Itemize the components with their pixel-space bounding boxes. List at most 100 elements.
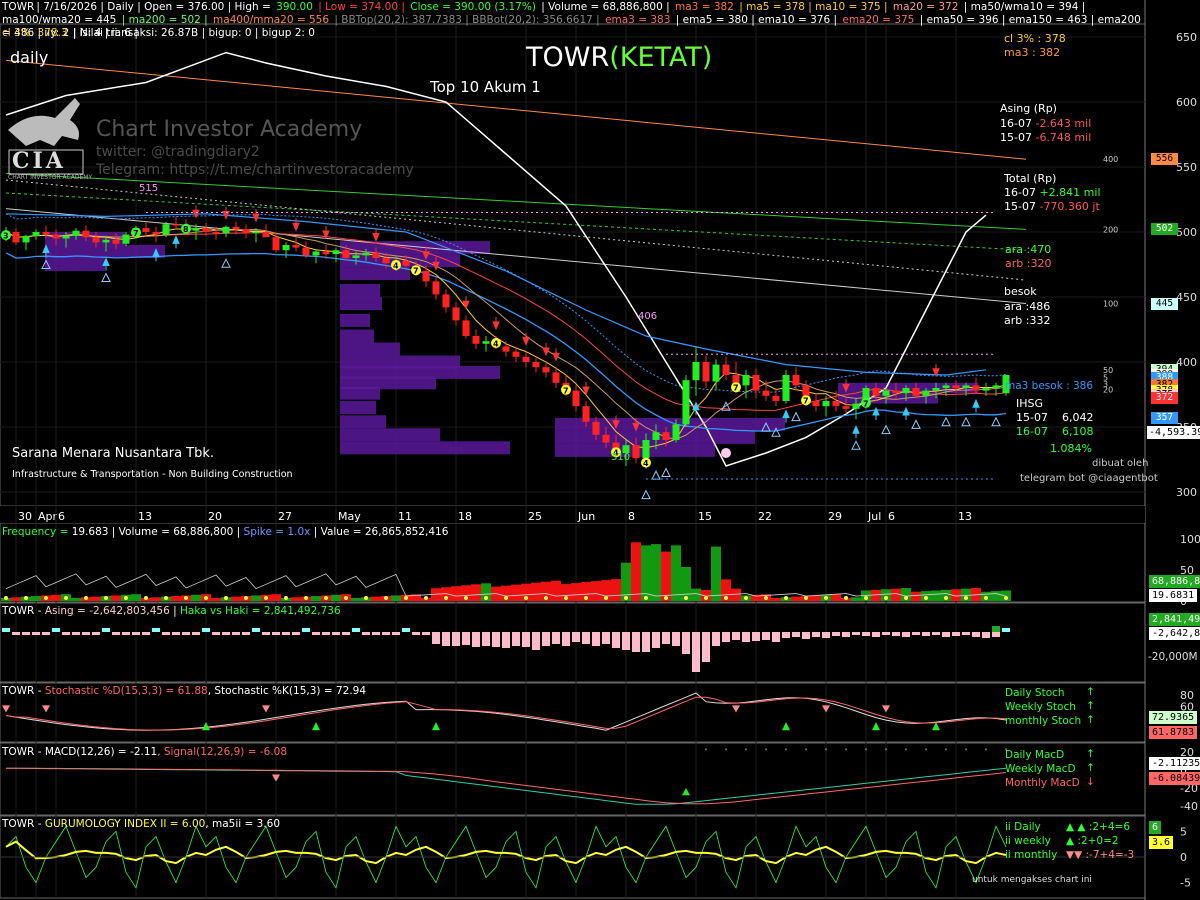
total-value: +2.841 mil <box>1039 186 1101 199</box>
asing-bar <box>722 632 730 642</box>
volume-dot-icon <box>264 596 268 600</box>
macd-signal-line <box>6 767 1007 805</box>
volume-dot-icon <box>624 596 628 600</box>
volume-dot-icon <box>924 596 928 600</box>
asing-bar <box>222 632 230 635</box>
volume-dot-icon <box>304 596 308 600</box>
asing-bar <box>262 632 270 635</box>
cl3-label: cl 3% : 378 <box>1004 32 1066 45</box>
asing-bar <box>922 632 930 636</box>
candle-body <box>512 351 520 357</box>
candle-body <box>22 235 30 243</box>
price-tick-label: 500 <box>1176 226 1197 239</box>
asing-bar <box>852 632 860 635</box>
signal-circle-number: 7 <box>133 229 139 238</box>
asing-bar <box>412 632 420 635</box>
stoch-up-arrow-icon <box>782 721 790 731</box>
volume-bar <box>681 567 691 601</box>
stoch-up-arrow-icon <box>432 721 440 731</box>
candle-body <box>62 235 70 239</box>
asing-axis-label: -20,000M <box>1148 651 1198 663</box>
candle-body <box>942 385 950 388</box>
panels.guru_title-part: GURUMOLOGY INDEX II = 6.00 <box>44 818 206 830</box>
candle-body <box>262 232 270 238</box>
candle-body <box>882 390 890 396</box>
candle-body <box>822 401 830 407</box>
date-tick-label: 6 <box>888 510 895 523</box>
candle-body <box>42 232 50 235</box>
asing-date: 15-07 <box>1000 131 1032 144</box>
panels.stoch_title-part: , Stochastic %K(15,3) = 72.94 <box>207 685 367 697</box>
header.line3-part: | Nilai transaksi: 26.87B | bigup: 0 | b… <box>69 27 315 39</box>
panels.stoch_title-part: TOWR - <box>2 685 45 697</box>
price-tick-label: 650 <box>1176 31 1197 44</box>
indicator-badge: 6 <box>1149 821 1162 834</box>
candle-body <box>522 356 530 362</box>
asing-bar <box>32 632 40 635</box>
candle-body <box>242 229 250 234</box>
header.line1-part: | Low = 374.00 | <box>314 1 409 13</box>
candle-body <box>762 390 770 396</box>
candle-body <box>752 375 760 391</box>
asing-bar <box>402 628 410 632</box>
asing-bar <box>752 632 760 641</box>
date-tick-label: 15 <box>698 510 712 523</box>
ihsg-pct: 1.084% <box>1050 442 1092 455</box>
guru-side-label: ii monthly <box>1005 849 1058 861</box>
ma3-besok-label: ma3 besok : 386 <box>1005 380 1094 392</box>
asing-bar <box>2 628 10 632</box>
asing-bar <box>712 632 720 646</box>
besok-ara: ara :486 <box>1004 300 1051 313</box>
asing-bar <box>702 632 710 662</box>
sell-arrow-icon <box>372 228 380 242</box>
volume-profile-bar <box>340 313 370 327</box>
asing-bar <box>982 632 990 638</box>
asing-bar <box>822 632 830 638</box>
volume-dot-icon <box>284 596 288 600</box>
volume-dot-icon <box>544 596 548 600</box>
candle-body <box>482 341 490 344</box>
signal-circle-number: 3 <box>3 232 9 241</box>
triangle-marker-icon <box>851 440 861 450</box>
guru-panel-title: TOWR - GURUMOLOGY INDEX II = 6.00, ma5ii… <box>2 818 280 830</box>
volume-dot-icon <box>164 596 168 600</box>
asing-bar <box>902 632 910 637</box>
candle-body <box>322 251 330 255</box>
panels.volume_title-part: | Value = 26,865,852,416 <box>310 526 449 538</box>
chart-window: 30 Apr 6 13 20 27 May 11 18 25 Jun 8 15 22 29 Jul 6 13 650… <box>0 0 1200 900</box>
candle-body <box>572 390 580 407</box>
candle-body <box>682 380 690 425</box>
candle-body <box>212 232 220 234</box>
made-by-label: dibuat oleh <box>1092 458 1149 469</box>
triangle-marker-icon <box>991 416 1001 427</box>
candle-body <box>312 251 320 256</box>
asing-bar <box>42 632 50 635</box>
asing-bar <box>52 628 60 632</box>
asing-bar <box>162 632 170 635</box>
asing-bar <box>302 628 310 632</box>
candle-body <box>52 234 60 239</box>
guru-side-label: ii Daily <box>1005 821 1041 833</box>
ma200-line <box>5 173 1027 230</box>
candle-body <box>192 228 200 231</box>
low-label: 310 <box>611 452 631 463</box>
volume-profile-bar <box>340 241 490 255</box>
footer-text: untuk mengakses chart ini <box>972 875 1092 885</box>
buy-arrow-icon <box>902 406 910 420</box>
volume-profile-bar <box>340 401 376 414</box>
header.line1-part: | ema5 = 380 | ema10 = 376 | <box>672 14 841 26</box>
panels.asing_title-part: TOWR - <box>2 605 45 617</box>
asing-bar <box>252 628 260 632</box>
company-name: Sarana Menara Nusantara Tbk. <box>12 446 215 461</box>
price-header-line3: cl 3%: 378.3 | Nilai transaksi: 26.87B |… <box>2 27 1142 40</box>
asing-bar <box>842 632 850 637</box>
volume-bar <box>791 596 801 601</box>
stoch-d-line <box>5 696 1007 731</box>
up-arrow-icon: ↑ <box>1086 686 1095 698</box>
asing-bar <box>1002 628 1010 632</box>
volume-bar <box>711 546 721 601</box>
volume-bar <box>451 586 461 601</box>
candle-body <box>782 375 790 401</box>
candle-body <box>692 362 700 381</box>
asing-bar <box>272 632 280 635</box>
